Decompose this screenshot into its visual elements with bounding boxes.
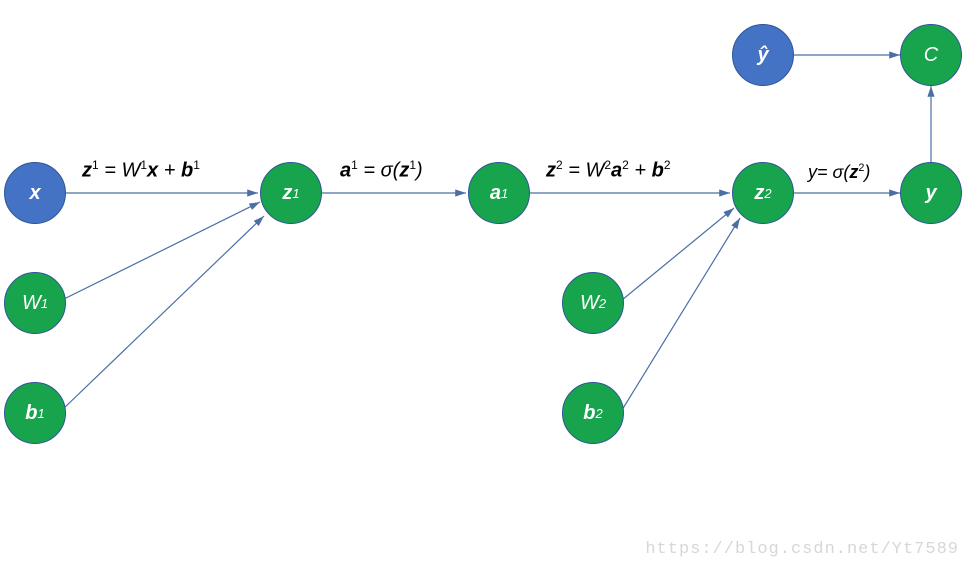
label-z2-to-y: y= σ(z2) (808, 162, 870, 183)
node-W1: W1 (4, 272, 66, 334)
node-b1: b1 (4, 382, 66, 444)
node-W2: W2 (562, 272, 624, 334)
diagram-canvas: x W1 b1 z1 a1 W2 b2 z2 y ŷ C z1 = W1x + … (0, 0, 979, 571)
edge-W1-to-z1 (62, 202, 260, 300)
edge-W2-to-z2 (622, 208, 734, 300)
edge-b1-to-z1 (62, 216, 264, 410)
node-z1: z1 (260, 162, 322, 224)
watermark: https://blog.csdn.net/Yt7589 (645, 540, 959, 559)
edge-b2-to-z2 (622, 218, 740, 410)
node-yhat: ŷ (732, 24, 794, 86)
node-z2: z2 (732, 162, 794, 224)
node-a1: a1 (468, 162, 530, 224)
label-a1-to-z2: z2 = W2a2 + b2 (546, 158, 671, 183)
label-x-to-z1: z1 = W1x + b1 (82, 158, 200, 183)
node-C: C (900, 24, 962, 86)
node-x: x (4, 162, 66, 224)
node-b2: b2 (562, 382, 624, 444)
edges-layer (0, 0, 979, 571)
label-z1-to-a1: a1 = σ(z1) (340, 158, 423, 183)
node-y: y (900, 162, 962, 224)
